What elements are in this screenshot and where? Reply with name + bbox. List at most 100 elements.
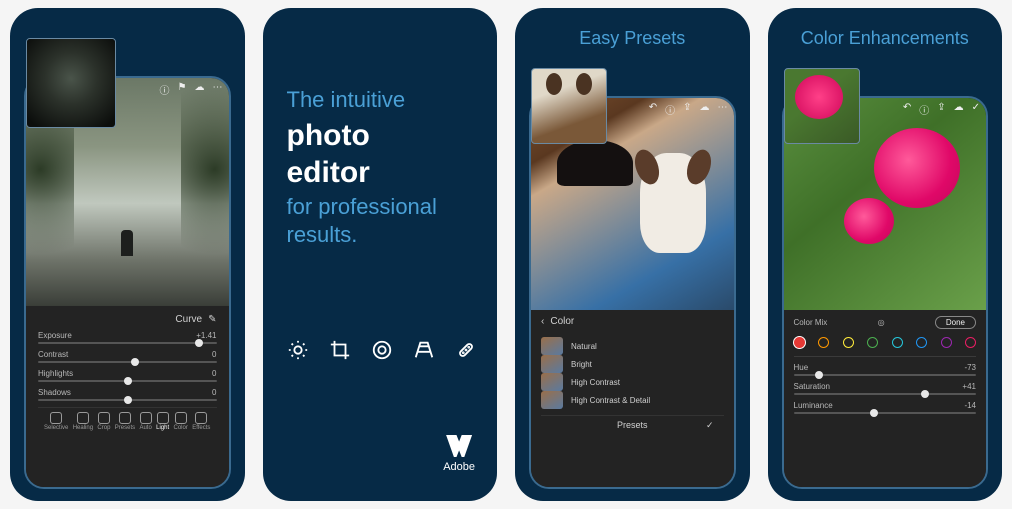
editor-top-icons-4: ↶ ⓘ ⇪ ☁ ✓ <box>903 102 980 117</box>
presets-tab[interactable]: Presets <box>617 420 648 430</box>
share-icon[interactable]: ⇪ <box>937 102 945 117</box>
color-dot[interactable] <box>965 337 976 348</box>
panel3-title: Easy Presets <box>515 28 750 49</box>
help-icon[interactable]: ⓘ <box>919 102 929 117</box>
before-thumbnail-dog[interactable] <box>531 68 607 144</box>
edit-icon[interactable]: ✎ <box>208 314 216 325</box>
tagline-line1: The intuitive <box>287 86 478 115</box>
tool-color[interactable]: Color <box>174 412 188 431</box>
geometry-icon <box>413 339 435 361</box>
preset-label: Natural <box>571 342 597 351</box>
app-store-screenshots: ⓘ ⚑ ☁ ⋯ Curve ✎ Exposure+1.41 Contrast 0 … <box>10 8 1002 501</box>
screenshot-2-marketing: The intuitive photo editor for professio… <box>263 8 498 501</box>
tagline-line5: results. <box>287 221 478 250</box>
tool-presets[interactable]: Presets <box>115 412 135 431</box>
presets-footer: Presets ✓ <box>541 415 724 434</box>
lens-icon <box>371 339 393 361</box>
slider-hue[interactable]: Hue-73 <box>794 363 977 376</box>
tool-effects[interactable]: Effects <box>192 412 210 431</box>
feature-icons <box>287 339 477 361</box>
color-dot[interactable] <box>892 337 903 348</box>
slider-value: 0 <box>212 369 216 378</box>
brightness-icon <box>287 339 309 361</box>
presets-panel: ‹ Color Natural Bright High Contrast High C… <box>531 310 734 487</box>
done-button[interactable]: Done <box>935 316 976 329</box>
tool-healing[interactable]: Healing <box>73 412 93 431</box>
slider-value: 0 <box>212 350 216 359</box>
chevron-left-icon: ‹ <box>541 316 544 327</box>
back-label: Color <box>550 316 574 327</box>
light-controls: Curve ✎ Exposure+1.41 Contrast 0 Highligh… <box>26 306 229 487</box>
editor-top-icons-3: ↶ ⓘ ⇪ ☁ ⋯ <box>649 102 728 117</box>
slider-exposure[interactable]: Exposure+1.41 <box>38 331 217 344</box>
phone-frame-4: ↶ ⓘ ⇪ ☁ ✓ Color Mix ◎ Done Hue-73 Satu <box>782 96 989 489</box>
slider-value: 0 <box>212 388 216 397</box>
slider-saturation[interactable]: Saturation +41 <box>794 382 977 395</box>
help-icon[interactable]: ⓘ <box>665 102 675 117</box>
tagline-line4: for professional <box>287 193 478 222</box>
cloud-icon[interactable]: ☁ <box>195 82 205 97</box>
color-dot[interactable] <box>818 337 829 348</box>
bottom-toolbar: Selective Healing Crop Presets Auto Light Colo… <box>38 407 217 433</box>
slider-label: Highlights <box>38 369 73 378</box>
slider-label: Contrast <box>38 350 68 359</box>
tagline-line3: editor <box>287 156 478 189</box>
preset-thumb <box>541 337 563 355</box>
slider-label: Shadows <box>38 388 71 397</box>
tool-auto[interactable]: Auto <box>139 412 151 431</box>
preset-item[interactable]: High Contrast <box>541 373 724 391</box>
slider-luminance[interactable]: Luminance-14 <box>794 401 977 414</box>
color-dot[interactable] <box>843 337 854 348</box>
before-thumbnail-flower[interactable] <box>784 68 860 144</box>
preset-thumb <box>541 391 563 409</box>
tool-crop[interactable]: Crop <box>97 412 110 431</box>
slider-value: +41 <box>962 382 976 391</box>
share-icon[interactable]: ⇪ <box>683 102 691 117</box>
slider-shadows[interactable]: Shadows 0 <box>38 388 217 401</box>
more-icon[interactable]: ⋯ <box>213 82 223 97</box>
undo-icon[interactable]: ↶ <box>903 102 911 117</box>
slider-label: Saturation <box>794 382 830 391</box>
preset-label: Bright <box>571 360 592 369</box>
help-icon[interactable]: ⓘ <box>160 82 170 97</box>
adobe-label: Adobe <box>443 461 475 473</box>
more-icon[interactable]: ⋯ <box>718 102 728 117</box>
slider-highlights[interactable]: Highlights 0 <box>38 369 217 382</box>
preset-thumb <box>541 373 563 391</box>
back-to-color[interactable]: ‹ Color <box>541 316 724 327</box>
preset-label: High Contrast & Detail <box>571 396 650 405</box>
tool-selective[interactable]: Selective <box>44 412 68 431</box>
slider-label: Exposure <box>38 331 72 340</box>
color-dot[interactable] <box>867 337 878 348</box>
confirm-icon[interactable]: ✓ <box>706 420 714 431</box>
screenshot-1: ⓘ ⚑ ☁ ⋯ Curve ✎ Exposure+1.41 Contrast 0 … <box>10 8 245 501</box>
cloud-icon[interactable]: ☁ <box>954 102 964 117</box>
curve-label[interactable]: Curve <box>175 314 202 325</box>
confirm-icon[interactable]: ✓ <box>972 102 980 117</box>
color-dot[interactable] <box>941 337 952 348</box>
target-icon[interactable]: ◎ <box>878 318 885 327</box>
preset-item[interactable]: High Contrast & Detail <box>541 391 724 409</box>
undo-icon[interactable]: ↶ <box>649 102 657 117</box>
phone-frame-3: ↶ ⓘ ⇪ ☁ ⋯ ‹ Color Natural Bright High Cont… <box>529 96 736 489</box>
slider-value: -14 <box>964 401 976 410</box>
adobe-brand: Adobe <box>443 435 475 473</box>
color-dot[interactable] <box>794 337 805 348</box>
color-dot[interactable] <box>916 337 927 348</box>
panel4-title: Color Enhancements <box>768 28 1003 49</box>
healing-icon <box>455 339 477 361</box>
color-mix-label: Color Mix <box>794 318 828 327</box>
color-mix-panel: Color Mix ◎ Done Hue-73 Saturation +41 Lu… <box>784 310 987 487</box>
before-thumbnail[interactable] <box>26 38 116 128</box>
preset-item[interactable]: Natural <box>541 337 724 355</box>
slider-label: Hue <box>794 363 809 372</box>
tagline-line2: photo <box>287 119 478 152</box>
slider-contrast[interactable]: Contrast 0 <box>38 350 217 363</box>
flag-icon[interactable]: ⚑ <box>178 82 187 97</box>
phone-frame-1: ⓘ ⚑ ☁ ⋯ Curve ✎ Exposure+1.41 Contrast 0 … <box>24 76 231 489</box>
preset-item[interactable]: Bright <box>541 355 724 373</box>
tool-light[interactable]: Light <box>156 412 169 431</box>
preset-label: High Contrast <box>571 378 620 387</box>
marketing-copy: The intuitive photo editor for professio… <box>287 86 478 250</box>
cloud-icon[interactable]: ☁ <box>700 102 710 117</box>
